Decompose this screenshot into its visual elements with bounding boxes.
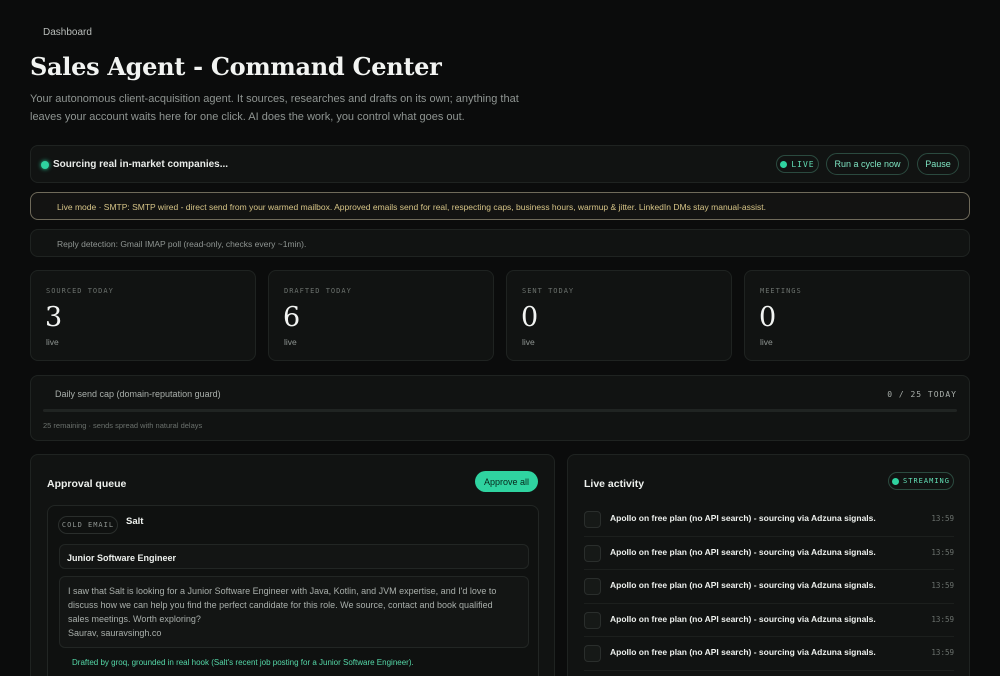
drafted-note: Drafted by groq, grounded in real hook (… <box>72 658 414 667</box>
activity-checkbox[interactable] <box>584 511 601 528</box>
stat-value: 3 <box>45 302 63 333</box>
stat-label: MEETINGS <box>760 287 802 295</box>
send-cap-progress-bar <box>43 409 957 412</box>
activity-item[interactable]: Apollo on free plan (no API search) - so… <box>584 503 954 537</box>
stat-value: 0 <box>759 302 777 333</box>
activity-item[interactable]: Apollo on free plan (no API search) - so… <box>584 570 954 604</box>
status-text: Sourcing real in-market companies... <box>53 159 229 170</box>
stat-label: SENT TODAY <box>522 287 575 295</box>
activity-checkbox[interactable] <box>584 578 601 595</box>
status-dot-icon <box>41 161 49 169</box>
approve-all-button[interactable]: Approve all <box>475 471 538 492</box>
stat-sub: live <box>760 337 773 347</box>
live-badge: LIVE <box>776 155 819 173</box>
activity-time: 13:59 <box>931 614 954 624</box>
run-cycle-button[interactable]: Run a cycle now <box>826 153 909 175</box>
email-subject-field[interactable]: Junior Software Engineer <box>59 544 529 569</box>
activity-time: 13:59 <box>931 547 954 557</box>
activity-time: 13:59 <box>931 581 954 590</box>
page-title: Sales Agent - Command Center <box>30 52 442 81</box>
activity-item[interactable]: Apollo on free plan (no API search) - so… <box>584 537 954 570</box>
agent-status-bar: Sourcing real in-market companies... LIV… <box>30 145 970 183</box>
stat-card-meetings: MEETINGS 0 live <box>744 270 970 361</box>
reply-detection-text: Reply detection: Gmail IMAP poll (read-o… <box>57 239 307 249</box>
stat-card-sourced: SOURCED TODAY 3 live <box>30 270 256 361</box>
activity-item[interactable]: Apollo on free plan (no API search) - so… <box>584 637 954 671</box>
send-cap-count: 0 / 25 TODAY <box>887 390 957 399</box>
pause-button[interactable]: Pause <box>917 153 959 175</box>
send-cap-label: Daily send cap (domain-reputation guard) <box>55 389 221 399</box>
page-description: Your autonomous client-acquisition agent… <box>30 93 519 123</box>
activity-text: Apollo on free plan (no API search) - so… <box>610 580 876 590</box>
send-cap-card: Daily send cap (domain-reputation guard)… <box>30 375 970 441</box>
approval-queue-panel: Approval queue Approve all COLD EMAIL Sa… <box>30 454 555 676</box>
live-activity-panel: Live activity STREAMING Apollo on free p… <box>567 454 970 676</box>
email-company: Salt <box>126 516 144 527</box>
live-badge-label: LIVE <box>791 159 815 169</box>
email-body-line: Saurav, sauravsingh.co <box>68 627 162 638</box>
email-kind-tag: COLD EMAIL <box>58 516 118 534</box>
email-body-line: I saw that Salt is looking for a Junior … <box>68 586 497 596</box>
stat-label: SOURCED TODAY <box>46 287 114 295</box>
stat-label: DRAFTED TODAY <box>284 287 352 295</box>
live-mode-text: Live mode · SMTP: SMTP wired - direct se… <box>57 202 766 212</box>
activity-item[interactable]: Apollo on free plan (no API search) - so… <box>584 604 954 637</box>
activity-time: 13:59 <box>931 514 954 523</box>
stat-value: 0 <box>521 302 539 333</box>
stat-card-drafted: DRAFTED TODAY 6 live <box>268 270 494 361</box>
activity-list: Apollo on free plan (no API search) - so… <box>584 503 954 671</box>
approval-queue-title: Approval queue <box>47 478 127 490</box>
activity-checkbox[interactable] <box>584 645 601 662</box>
breadcrumb[interactable]: Dashboard <box>43 27 92 38</box>
stat-value: 6 <box>283 302 301 333</box>
live-activity-title: Live activity <box>584 478 645 490</box>
stat-sub: live <box>522 337 535 347</box>
activity-checkbox[interactable] <box>584 544 601 562</box>
stat-card-sent: SENT TODAY 0 live <box>506 270 732 361</box>
stat-sub: live <box>284 337 297 347</box>
email-body-field[interactable]: I saw that Salt is looking for a Junior … <box>59 576 529 648</box>
email-body-line: sales meetings. Worth exploring? <box>68 613 201 624</box>
send-cap-note: 25 remaining · sends spread with natural… <box>43 421 203 430</box>
reply-detection-notice: Reply detection: Gmail IMAP poll (read-o… <box>30 229 970 257</box>
activity-text: Apollo on free plan (no API search) - so… <box>610 647 876 657</box>
live-mode-notice: Live mode · SMTP: SMTP wired - direct se… <box>30 192 970 220</box>
email-subject-text: Junior Software Engineer <box>67 553 177 563</box>
streaming-badge: STREAMING <box>888 472 954 490</box>
activity-text: Apollo on free plan (no API search) - so… <box>610 513 876 523</box>
activity-checkbox[interactable] <box>584 611 601 629</box>
streaming-badge-label: STREAMING <box>903 477 950 485</box>
email-draft-card: COLD EMAIL Salt Junior Software Engineer… <box>47 505 539 676</box>
activity-text: Apollo on free plan (no API search) - so… <box>610 546 876 557</box>
streaming-dot-icon <box>892 477 900 485</box>
live-dot-icon <box>780 160 788 168</box>
activity-time: 13:59 <box>931 648 954 657</box>
stat-sub: live <box>46 337 59 347</box>
email-body-line: discuss how we can help you find the per… <box>68 599 493 610</box>
activity-text: Apollo on free plan (no API search) - so… <box>610 613 876 624</box>
